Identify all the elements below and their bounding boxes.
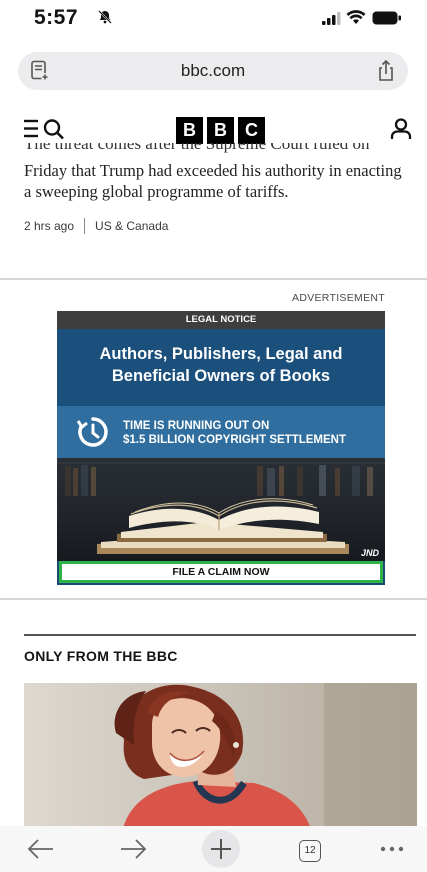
ad-time-line1: TIME IS RUNNING OUT ON (123, 420, 270, 432)
ad-headline: Authors, Publishers, Legal and Beneficia… (57, 329, 385, 406)
tabs-icon[interactable]: 12 (299, 840, 321, 862)
ad-time-text: TIME IS RUNNING OUT ON $1.5 BILLION COPY… (123, 419, 346, 447)
ad-book-photo: JND (57, 458, 385, 561)
feature-image[interactable] (24, 683, 417, 833)
status-time: 5:57 (34, 6, 79, 29)
ad-legal-notice: LEGAL NOTICE (57, 311, 385, 329)
section-heading: ONLY FROM THE BBC (24, 648, 178, 664)
cellular-signal-icon (322, 12, 341, 25)
share-icon[interactable] (376, 59, 396, 83)
section-rule (24, 634, 416, 636)
article-category[interactable]: US & Canada (95, 219, 168, 233)
meta-divider (84, 218, 86, 234)
bbc-logo-letter: C (238, 117, 265, 144)
forward-arrow-icon[interactable] (118, 837, 148, 861)
menu-search-icon[interactable] (23, 118, 69, 140)
plus-icon[interactable] (200, 828, 242, 870)
more-icon[interactable] (380, 846, 404, 852)
article-summary-cut-text: The threat comes after the Supreme Court… (24, 143, 370, 153)
file-claim-button[interactable]: FILE A CLAIM NOW (59, 561, 383, 583)
bbc-logo-letter: B (207, 117, 234, 144)
battery-icon (372, 11, 401, 25)
wifi-icon (346, 10, 366, 24)
advertisement-label: ADVERTISEMENT (292, 292, 385, 304)
browser-toolbar: 12 (0, 826, 427, 872)
status-bar: 5:57 (0, 0, 427, 44)
address-bar[interactable]: bbc.com (18, 52, 408, 90)
ad-time-notice: TIME IS RUNNING OUT ON $1.5 BILLION COPY… (57, 406, 385, 458)
article-summary[interactable]: Friday that Trump had exceeded his autho… (24, 160, 404, 202)
ad-watermark: JND (360, 548, 379, 558)
book-illustration (57, 462, 385, 554)
clock-icon (76, 417, 108, 447)
article-summary-cut-line[interactable]: The threat comes after the Supreme Court… (24, 143, 404, 157)
ad-time-line2: $1.5 BILLION COPYRIGHT SETTLEMENT (123, 434, 346, 446)
ad-headline-line1: Authors, Publishers, Legal and (99, 345, 343, 363)
bbc-logo-letter: B (176, 117, 203, 144)
account-icon[interactable] (390, 118, 412, 140)
section-divider (0, 598, 427, 600)
section-divider (0, 278, 427, 280)
woman-portrait-illustration (24, 683, 417, 833)
ad-headline-line2: Beneficial Owners of Books (111, 367, 331, 385)
article-time: 2 hrs ago (24, 219, 75, 233)
back-arrow-icon[interactable] (26, 837, 56, 861)
bell-slash-icon (98, 10, 112, 24)
article-meta: 2 hrs ago US & Canada (24, 218, 168, 234)
advertisement-banner[interactable]: LEGAL NOTICE Authors, Publishers, Legal … (57, 311, 385, 585)
bbc-logo[interactable]: B B C (176, 117, 265, 144)
url-text[interactable]: bbc.com (18, 61, 408, 81)
